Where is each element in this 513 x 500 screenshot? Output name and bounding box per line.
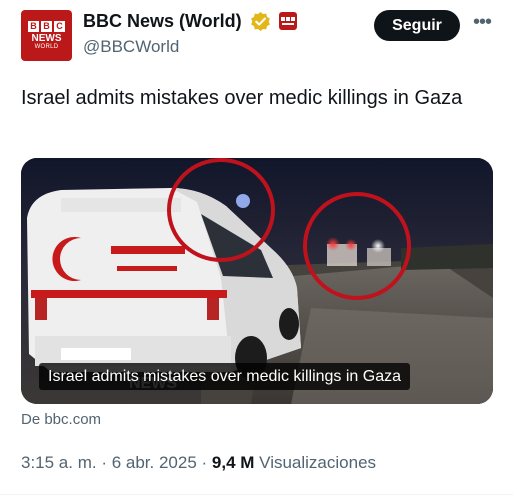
divider	[0, 494, 513, 495]
views-count[interactable]: 9,4 M	[212, 453, 255, 472]
bbc-logo-letter: B	[41, 20, 52, 32]
handle[interactable]: @BBCWorld	[83, 37, 179, 57]
tweet-text: Israel admits mistakes over medic killin…	[21, 87, 463, 109]
avatar-news-text: NEWS	[31, 32, 62, 44]
more-horizontal-icon[interactable]: •••	[470, 12, 494, 38]
meta-separator: ·	[96, 453, 112, 472]
views-label: Visualizaciones	[254, 453, 377, 472]
tweet-time[interactable]: 3:15 a. m.	[21, 453, 97, 472]
display-name[interactable]: BBC News (World)	[83, 10, 242, 32]
bbc-logo-letter: B	[28, 20, 39, 32]
tweet-date[interactable]: 6 abr. 2025	[112, 453, 197, 472]
verified-badge-icon[interactable]	[250, 11, 271, 32]
bbc-logo: B B C	[28, 20, 65, 32]
tweet-meta: 3:15 a. m. · 6 abr. 2025 · 9,4 M Visuali…	[21, 453, 376, 473]
avatar-world-text: WORLD	[34, 43, 59, 50]
link-source[interactable]: De bbc.com	[21, 411, 101, 429]
media-caption: Israel admits mistakes over medic killin…	[39, 363, 411, 390]
follow-button[interactable]: Seguir	[374, 10, 460, 41]
bbc-affiliate-icon[interactable]	[279, 12, 297, 30]
avatar[interactable]: B B C NEWS WORLD	[21, 10, 72, 61]
bbc-logo-letter: C	[54, 20, 65, 32]
meta-separator: ·	[196, 453, 212, 472]
